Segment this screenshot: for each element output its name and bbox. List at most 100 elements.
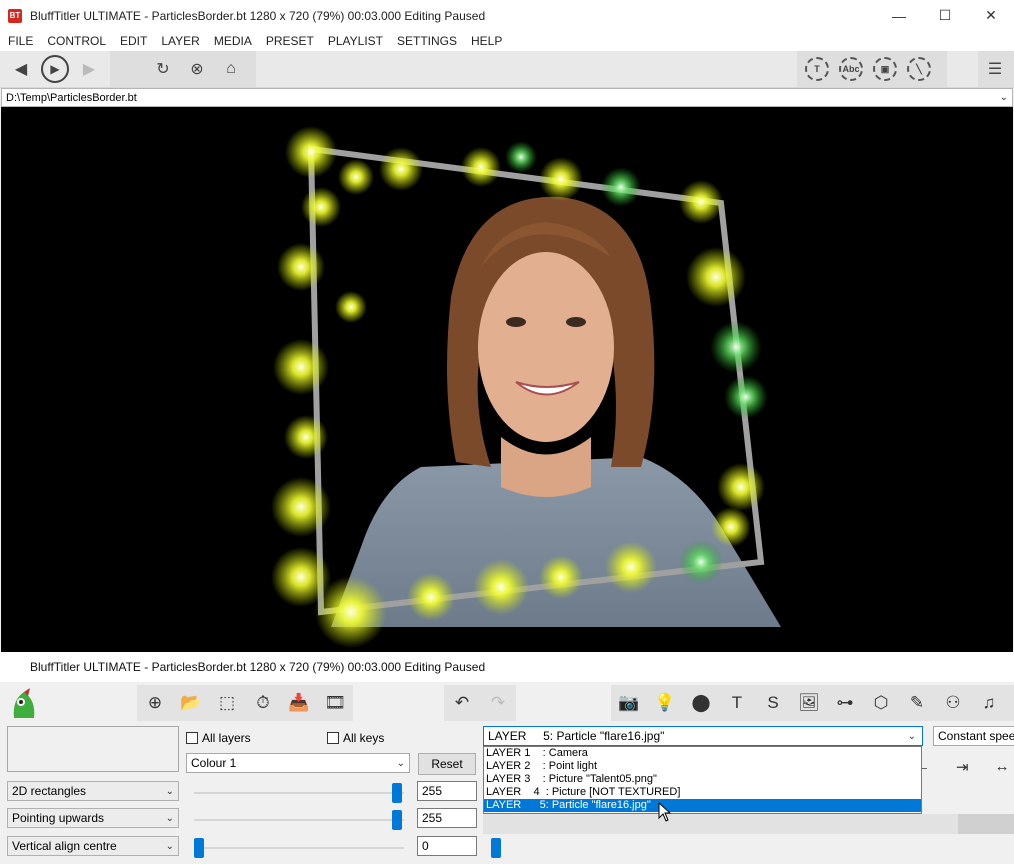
chevron-down-icon: ⌄ <box>165 812 174 824</box>
slider-1-thumb[interactable] <box>392 783 402 803</box>
all-keys-label: All keys <box>343 731 385 745</box>
value-field-2[interactable]: 255 <box>417 808 477 828</box>
home-icon[interactable]: ⌂ <box>214 52 248 86</box>
speed-select[interactable]: Constant speed <box>933 726 1014 746</box>
timeline-range <box>958 814 1014 834</box>
reset-button[interactable]: Reset <box>418 753 476 775</box>
text-layer-icon[interactable]: T <box>719 685 755 721</box>
mouse-cursor-icon <box>658 802 672 822</box>
menu-playlist[interactable]: PLAYLIST <box>320 34 389 48</box>
next-key-icon[interactable]: ⇥ <box>956 758 969 776</box>
hamburger-menu-icon[interactable]: ☰ <box>978 52 1012 86</box>
undo-icon[interactable]: ↶ <box>444 685 480 721</box>
menu-media[interactable]: MEDIA <box>206 34 258 48</box>
layer-select[interactable]: LAYER 5: Particle "flare16.jpg" ⌄ <box>483 726 923 746</box>
layer-dropdown-list: LAYER 1 : Camera LAYER 2 : Point light L… <box>483 746 922 814</box>
picture-layer-icon[interactable]: 🖼 <box>791 685 827 721</box>
maximize-button[interactable]: ☐ <box>922 0 968 31</box>
play-icon: ▶ <box>41 55 69 83</box>
status-bar: BluffTitler ULTIMATE - ParticlesBorder.b… <box>0 652 1014 682</box>
add-layer-icon[interactable]: ⊕ <box>137 685 173 721</box>
select-frame-icon[interactable]: ⬚ <box>209 685 245 721</box>
chevron-down-icon: ⌄ <box>165 785 174 797</box>
menu-help[interactable]: HELP <box>463 34 508 48</box>
import-icon[interactable]: 📥 <box>281 685 317 721</box>
forward-icon[interactable]: ▶ <box>72 52 106 86</box>
align-select[interactable]: Vertical align centre ⌄ <box>7 836 179 856</box>
all-layers-checkbox[interactable]: All layers <box>186 731 251 745</box>
cube-icon[interactable]: ⬡ <box>863 685 899 721</box>
shape-type-select[interactable]: 2D rectangles ⌄ <box>7 781 179 801</box>
layer-option[interactable]: LAYER 4 : Picture [NOT TEXTURED] <box>484 786 921 799</box>
slider-1-track[interactable] <box>194 792 404 794</box>
redo-icon[interactable]: ↷ <box>480 685 516 721</box>
value-field-1[interactable]: 255 <box>417 781 477 801</box>
shape-type-value: 2D rectangles <box>12 784 87 798</box>
layer-option[interactable]: LAYER 3 : Picture "Talent05.png" <box>484 773 921 786</box>
path-icon[interactable]: ⊶ <box>827 685 863 721</box>
layer-option[interactable]: LAYER 2 : Point light <box>484 760 921 773</box>
file-path-combobox[interactable]: D:\Temp\ParticlesBorder.bt ⌄ <box>1 88 1013 107</box>
slider-2-thumb[interactable] <box>392 810 402 830</box>
refresh-icon[interactable]: ↻ <box>146 52 180 86</box>
layer-option-selected[interactable]: LAYER 5: Particle "flare16.jpg" <box>484 799 921 812</box>
colour-select[interactable]: Colour 1 ⌄ <box>186 753 410 773</box>
particles-icon[interactable]: ⚇ <box>935 685 971 721</box>
menu-settings[interactable]: SETTINGS <box>389 34 463 48</box>
direction-select[interactable]: Pointing upwards ⌄ <box>7 808 179 828</box>
slider-3-track[interactable] <box>194 847 404 849</box>
menu-layer[interactable]: LAYER <box>153 34 205 48</box>
video-preview[interactable] <box>1 107 1013 652</box>
stretch-icon[interactable]: ↔ <box>995 758 1010 776</box>
wand-effect-button[interactable]: ╲ <box>902 52 936 86</box>
text-icon: T <box>805 57 829 81</box>
text-effect-button[interactable]: T <box>800 52 834 86</box>
main-toolbar: ◀ ▶ ▶ ↻ ⊗ ⌂ T Abc ▣ ╲ ☰ <box>0 51 1014 88</box>
key-nav-icons: ← ⇥ ↔ <box>915 758 1010 776</box>
light-bulb-icon[interactable]: 💡 <box>647 685 683 721</box>
camera-icon[interactable]: 📷 <box>611 685 647 721</box>
wand-icon: ╲ <box>907 57 931 81</box>
menu-preset[interactable]: PRESET <box>258 34 320 48</box>
title-bar: BT BluffTitler ULTIMATE - ParticlesBorde… <box>0 0 1014 31</box>
open-folder-icon[interactable]: 📂 <box>173 685 209 721</box>
colour-select-value: Colour 1 <box>191 756 237 770</box>
menu-edit[interactable]: EDIT <box>112 34 153 48</box>
properties-panel: All layers All keys Colour 1 ⌄ Reset 2D … <box>0 722 1014 864</box>
chevron-down-icon: ⌄ <box>907 730 916 742</box>
minimize-button[interactable]: — <box>876 0 922 31</box>
stop-icon[interactable]: ⊗ <box>180 52 214 86</box>
value-field-3[interactable]: 0 <box>417 836 477 856</box>
menu-file[interactable]: FILE <box>0 34 39 48</box>
pencil-icon[interactable]: ✎ <box>899 685 935 721</box>
chevron-down-icon: ⌄ <box>165 840 174 852</box>
shape-icon[interactable]: ⬤ <box>683 685 719 721</box>
checkbox-box <box>327 732 339 744</box>
texture-preview <box>7 726 179 772</box>
music-icon[interactable]: ♫ <box>971 685 1007 721</box>
all-keys-checkbox[interactable]: All keys <box>327 731 384 745</box>
picture-icon: ▣ <box>873 57 897 81</box>
menu-control[interactable]: CONTROL <box>39 34 112 48</box>
abc-effect-button[interactable]: Abc <box>834 52 868 86</box>
back-icon[interactable]: ◀ <box>4 52 38 86</box>
timeline-thumb[interactable] <box>491 838 501 858</box>
slider-3-thumb[interactable] <box>194 838 204 858</box>
slider-2-track[interactable] <box>194 819 404 821</box>
layer-option[interactable]: LAYER 1 : Camera <box>484 747 921 760</box>
menu-bar: FILE CONTROL EDIT LAYER MEDIA PRESET PLA… <box>0 31 1014 51</box>
symbol-layer-icon[interactable]: S <box>755 685 791 721</box>
preview-render <box>271 126 781 648</box>
picture-effect-button[interactable]: ▣ <box>868 52 902 86</box>
close-button[interactable]: ✕ <box>968 0 1014 31</box>
checkbox-box <box>186 732 198 744</box>
abc-icon: Abc <box>839 57 863 81</box>
timeline-track[interactable] <box>483 814 1014 834</box>
play-button[interactable]: ▶ <box>38 52 72 86</box>
app-logo-icon: BT <box>8 8 22 23</box>
clock-icon[interactable]: ⏱ <box>245 685 281 721</box>
film-icon[interactable]: 🎞 <box>317 685 353 721</box>
direction-value: Pointing upwards <box>12 811 105 825</box>
chevron-down-icon[interactable]: ⌄ <box>1000 92 1008 103</box>
status-text: BluffTitler ULTIMATE - ParticlesBorder.b… <box>30 660 486 674</box>
